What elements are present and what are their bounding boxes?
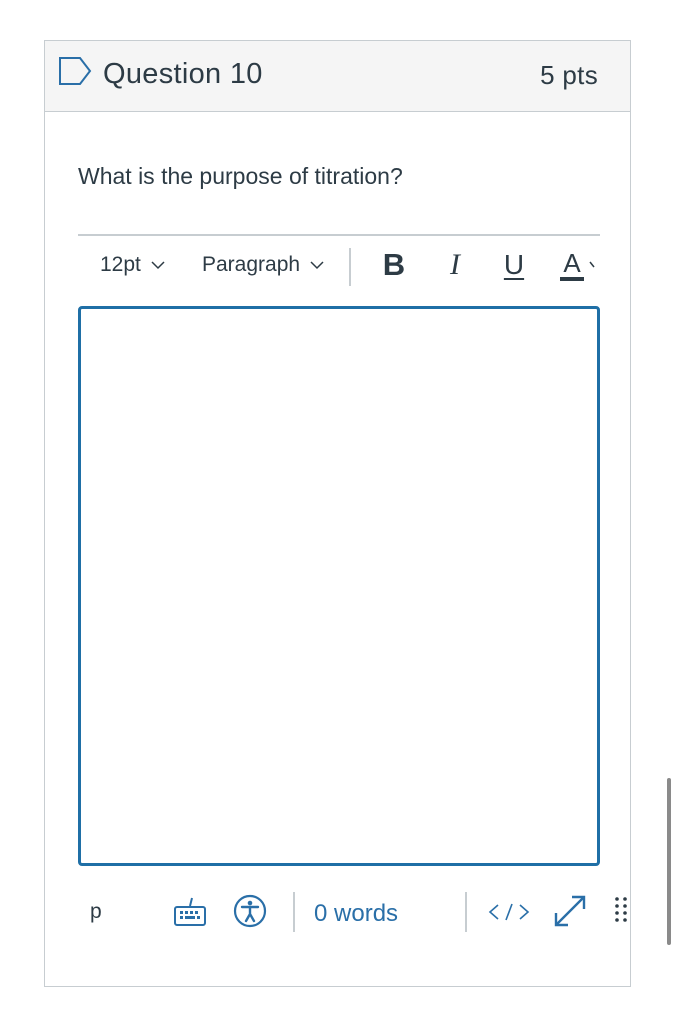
question-text: What is the purpose of titration? — [78, 163, 403, 189]
block-format-value: Paragraph — [202, 253, 301, 276]
italic-icon: I — [450, 248, 460, 281]
chevron-down-icon — [310, 260, 324, 269]
status-separator — [293, 892, 295, 932]
toolbar-separator — [349, 248, 351, 286]
text-color-button[interactable]: A — [557, 245, 587, 285]
text-color-swatch — [560, 276, 584, 281]
underline-button[interactable]: U — [498, 245, 530, 285]
html-code-icon[interactable] — [487, 898, 531, 926]
question-header: Question 10 5 pts — [45, 41, 630, 112]
fullscreen-icon[interactable] — [551, 892, 589, 930]
question-points: 5 pts — [540, 60, 598, 90]
word-count[interactable]: 0 words — [314, 900, 398, 928]
italic-button[interactable]: I — [439, 245, 471, 285]
accessibility-icon[interactable] — [232, 893, 268, 929]
font-size-dropdown[interactable]: 12pt — [100, 253, 165, 277]
rich-text-editor[interactable] — [78, 306, 600, 866]
underline-icon: U — [503, 249, 525, 280]
text-color-icon: A — [563, 247, 581, 278]
editor-status-bar: p 0 words — [78, 886, 627, 942]
question-title: Question 10 — [103, 58, 263, 90]
page-scrollbar[interactable] — [667, 778, 671, 945]
block-format-dropdown[interactable]: Paragraph — [202, 253, 324, 277]
drag-handle-icon[interactable] — [612, 894, 630, 928]
bold-icon: B — [382, 247, 406, 282]
bold-button[interactable]: B — [378, 245, 410, 285]
element-path[interactable]: p — [90, 900, 102, 924]
status-separator — [465, 892, 467, 932]
toolbar-divider — [78, 234, 600, 236]
chevron-down-icon — [151, 260, 165, 269]
text-color-menu-button[interactable] — [589, 245, 599, 285]
keyboard-icon[interactable] — [172, 894, 208, 930]
question-card: Question 10 5 pts What is the purpose of… — [44, 40, 631, 987]
font-size-value: 12pt — [100, 253, 141, 276]
chevron-down-icon — [589, 261, 595, 267]
flag-icon[interactable] — [58, 56, 92, 86]
